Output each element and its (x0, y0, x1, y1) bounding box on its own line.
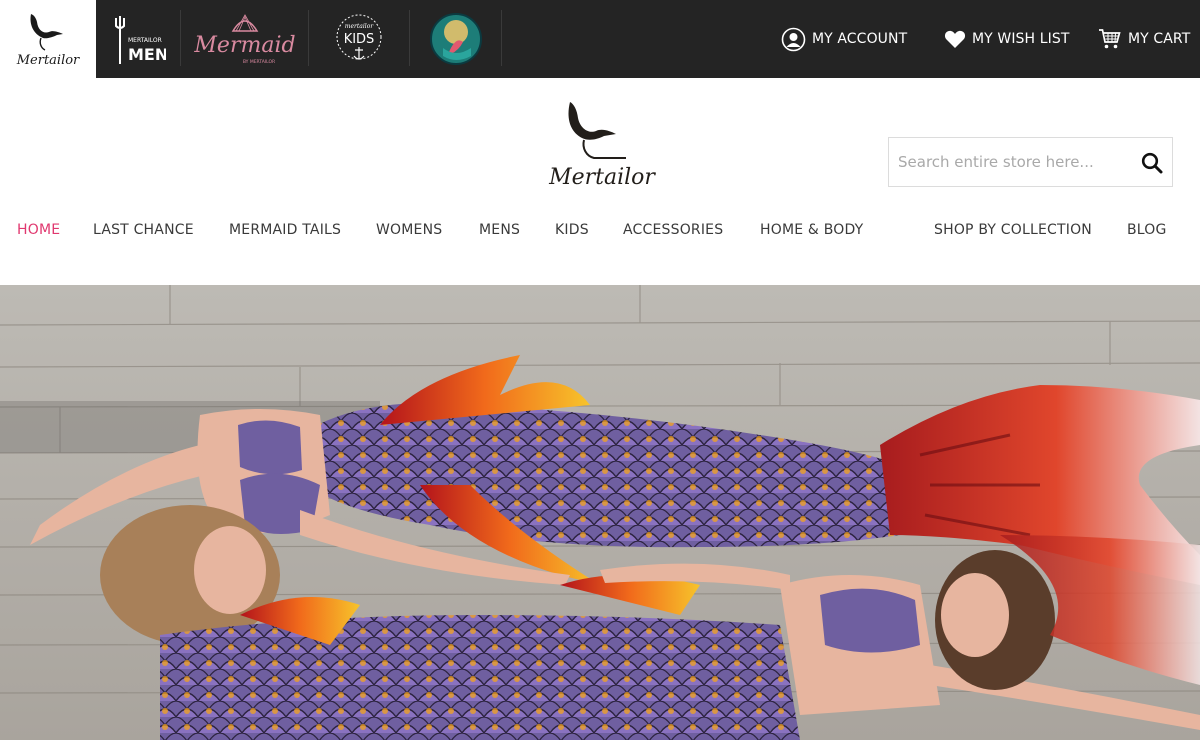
svg-text:MEN: MEN (128, 45, 166, 64)
nav-item-womens[interactable]: WOMENS (376, 214, 442, 246)
svg-text:Mermaid: Mermaid (193, 33, 295, 58)
nav-item-mens[interactable]: MENS (479, 214, 520, 246)
brand-tab-kids[interactable]: mertailor KIDS (309, 0, 409, 78)
shopping-cart-icon (1098, 28, 1122, 50)
mertailor-men-trident-logo-icon: MERTAILOR MEN (115, 16, 166, 64)
main-navigation: HOME LAST CHANCE MERMAID TAILS WOMENS ME… (0, 214, 1200, 246)
svg-text:KIDS: KIDS (344, 32, 375, 47)
mermaid-shell-logo-icon: Mermaid BY MERTAILOR (193, 14, 295, 65)
svg-text:MERTAILOR: MERTAILOR (128, 37, 162, 44)
search-icon (1141, 152, 1163, 174)
my-account-label: MY ACCOUNT (812, 31, 908, 47)
mertailor-whale-tail-logo-icon: Mertailor (16, 14, 80, 68)
brand-tab-mermaid[interactable]: Mermaid BY MERTAILOR (181, 0, 308, 78)
brand-divider (501, 10, 502, 66)
nav-item-blog[interactable]: BLOG (1127, 214, 1167, 246)
search-box (888, 137, 1173, 187)
search-button[interactable] (1140, 151, 1164, 175)
my-cart-label: MY CART (1128, 31, 1191, 47)
search-input[interactable] (889, 138, 1129, 186)
nav-item-kids[interactable]: KIDS (555, 214, 589, 246)
hero-banner[interactable] (0, 285, 1200, 740)
hero-image (0, 285, 1200, 740)
my-wishlist-label: MY WISH LIST (972, 31, 1070, 47)
mertailor-home-logo[interactable]: Mertailor (548, 96, 656, 196)
top-bar: Mertailor MERTAILOR MEN Mermaid BY MERTA… (0, 0, 1200, 78)
svg-text:Mertailor: Mertailor (548, 165, 656, 190)
svg-text:BY MERTAILOR: BY MERTAILOR (242, 59, 274, 65)
nav-item-shop-by-collection[interactable]: SHOP BY COLLECTION (934, 214, 1092, 246)
mertailor-whale-tail-logo-icon: Mertailor (548, 102, 656, 190)
nav-item-home-and-body[interactable]: HOME & BODY (760, 214, 863, 246)
nav-item-accessories[interactable]: ACCESSORIES (623, 214, 723, 246)
user-account-icon (781, 27, 806, 52)
heart-icon (944, 29, 966, 49)
my-account-link[interactable]: MY ACCOUNT (781, 0, 907, 78)
brand-tab-men[interactable]: MERTAILOR MEN (96, 0, 180, 78)
svg-text:Mertailor: Mertailor (16, 53, 80, 68)
nav-item-mermaid-tails[interactable]: MERMAID TAILS (229, 214, 341, 246)
nav-item-last-chance[interactable]: LAST CHANCE (93, 214, 194, 246)
mermaid-circle-logo-icon (430, 13, 482, 65)
nav-item-home[interactable]: HOME (17, 214, 60, 246)
brand-tab-mertailor[interactable]: Mertailor (0, 0, 96, 78)
svg-text:mertailor: mertailor (345, 23, 375, 30)
my-wishlist-link[interactable]: MY WISH LIST (944, 0, 1069, 78)
brand-tab-mermaid-circle[interactable] (410, 0, 502, 78)
my-cart-link[interactable]: MY CART (1098, 0, 1190, 78)
kids-anchor-logo-icon: mertailor KIDS (336, 14, 382, 60)
